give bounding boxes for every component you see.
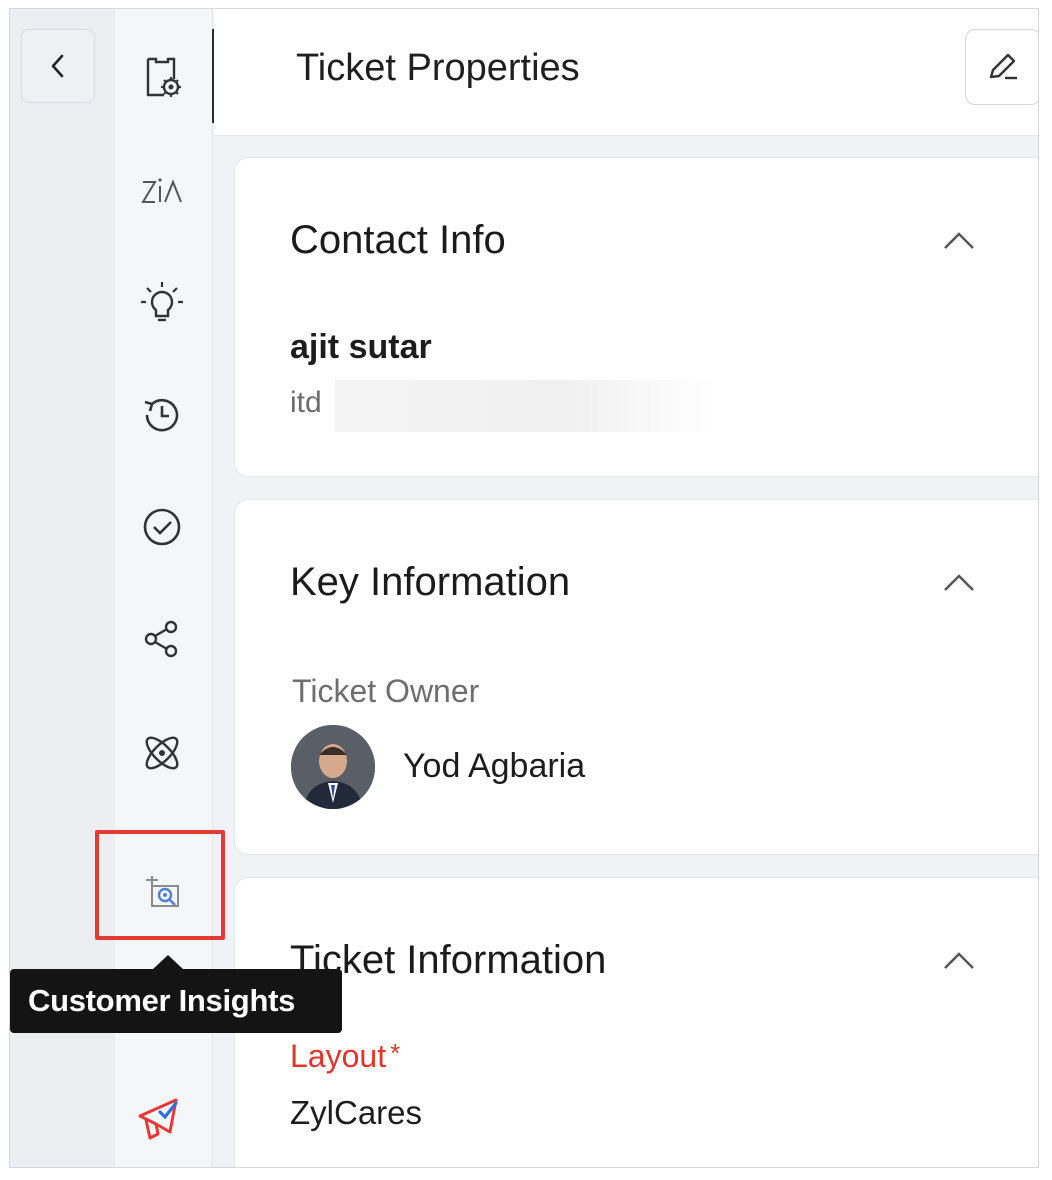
sidebar-item-campaigns[interactable]	[134, 1091, 190, 1147]
approval-check-icon	[143, 508, 181, 546]
page-title: Ticket Properties	[296, 47, 580, 89]
required-asterisk: *	[390, 1038, 401, 1068]
contact-info-title: Contact Info	[290, 218, 506, 262]
sidebar-item-history[interactable]	[134, 387, 190, 443]
ticket-owner-label: Ticket Owner	[292, 673, 480, 709]
idea-bulb-icon	[141, 282, 183, 322]
highlight-box	[95, 830, 225, 940]
back-button[interactable]	[21, 29, 95, 103]
chevron-up-icon[interactable]	[941, 948, 977, 972]
zia-icon	[141, 178, 182, 203]
avatar	[291, 725, 375, 809]
share-icon	[144, 620, 178, 658]
panel-header: Ticket Properties	[214, 9, 1038, 136]
person-photo-icon	[291, 725, 375, 809]
sidebar-item-approvals[interactable]	[134, 499, 190, 555]
campaign-megaphone-icon	[138, 1098, 178, 1140]
chevron-up-icon[interactable]	[941, 228, 977, 252]
history-icon	[144, 398, 179, 432]
layout-label: Layout *	[290, 1038, 400, 1075]
key-information-card: Key Information Ticket Owner Yod Agbaria	[234, 499, 1038, 855]
sidebar-item-ticket-properties[interactable]	[134, 49, 190, 105]
chevron-up-icon[interactable]	[941, 570, 977, 594]
chevron-left-icon	[51, 54, 64, 78]
atom-icon	[145, 736, 179, 770]
sidebar-item-zia[interactable]	[134, 163, 190, 219]
tooltip-text: Customer Insights	[28, 983, 296, 1018]
sidebar-item-ideas[interactable]	[134, 275, 190, 331]
edit-button[interactable]	[965, 29, 1038, 105]
contact-email[interactable]: itd	[290, 386, 322, 420]
layout-value[interactable]: ZylCares	[290, 1094, 422, 1132]
ticket-information-card: Ticket Information Layout * ZylCares	[234, 877, 1038, 1167]
ticket-settings-icon	[146, 57, 181, 97]
sidebar-item-extensions[interactable]	[134, 725, 190, 781]
contact-info-card: Contact Info ajit sutar itd	[234, 157, 1038, 477]
pencil-icon	[989, 53, 1017, 80]
tooltip-arrow	[152, 955, 184, 970]
tooltip: Customer Insights	[10, 969, 342, 1033]
key-information-title: Key Information	[290, 560, 571, 604]
ticket-owner-name[interactable]: Yod Agbaria	[403, 747, 585, 786]
redacted-email-area	[335, 380, 715, 432]
contact-name[interactable]: ajit sutar	[290, 328, 432, 367]
sidebar-item-share[interactable]	[134, 611, 190, 667]
layout-label-text: Layout	[290, 1038, 387, 1074]
